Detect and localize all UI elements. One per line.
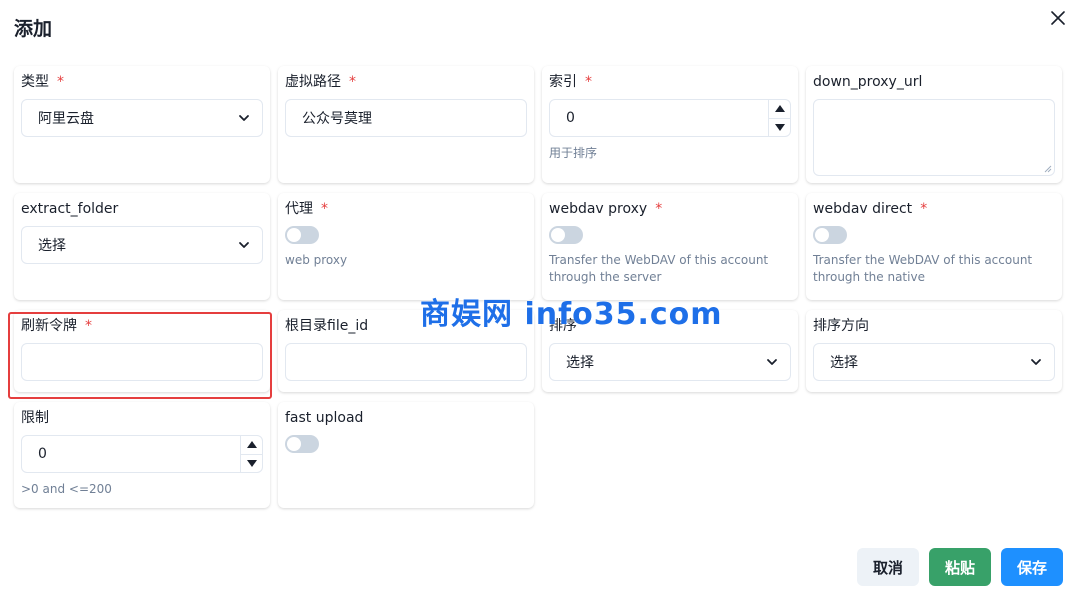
watermark-text: 商娱网 info35.com — [420, 297, 723, 332]
mount-path-label: 虚拟路径 * — [285, 74, 356, 90]
toggle-knob — [287, 437, 301, 451]
extract-folder-card: extract_folder 选择 — [14, 193, 270, 300]
chevron-down-icon — [239, 242, 249, 248]
webdav-proxy-label: webdav proxy * — [549, 201, 663, 217]
modal-title: 添加 — [14, 18, 53, 40]
order-by-value: 选择 — [566, 355, 594, 371]
order-direction-value: 选择 — [830, 355, 858, 371]
limit-help: >0 and <=200 — [21, 482, 112, 496]
type-card: 类型 * 阿里云盘 — [14, 66, 270, 183]
type-label: 类型 * — [21, 74, 64, 90]
limit-value: 0 — [38, 446, 47, 462]
type-select[interactable]: 阿里云盘 — [21, 99, 263, 137]
webdav-direct-help: Transfer the WebDAV of this account thro… — [813, 253, 1033, 284]
type-select-value: 阿里云盘 — [38, 111, 94, 127]
limit-card: 限制 0 >0 and <=200 — [14, 402, 270, 508]
webdav-direct-label: webdav direct * — [813, 201, 928, 217]
proxy-label: 代理 * — [285, 201, 328, 217]
order-by-select[interactable]: 选择 — [549, 343, 791, 381]
proxy-help: web proxy — [285, 253, 348, 267]
limit-label: 限制 — [21, 410, 49, 426]
triangle-up-icon — [774, 105, 785, 113]
fast-upload-toggle[interactable] — [285, 435, 319, 453]
triangle-down-icon — [246, 459, 257, 467]
order-help: 用于排序 — [549, 146, 598, 160]
triangle-down-icon — [774, 123, 785, 131]
limit-decrement-button[interactable] — [241, 455, 262, 473]
order-value: 0 — [566, 110, 575, 126]
limit-stepper — [240, 436, 262, 472]
order-direction-label: 排序方向 — [813, 318, 869, 334]
close-icon — [1051, 11, 1065, 25]
mount-path-card: 虚拟路径 * 公众号莫理 — [278, 66, 534, 183]
mount-path-value: 公众号莫理 — [302, 111, 372, 127]
order-direction-card: 排序方向 选择 — [806, 310, 1062, 392]
paste-button[interactable]: 粘贴 — [929, 548, 991, 586]
webdav-proxy-card: webdav proxy * Transfer the WebDAV of thi… — [542, 193, 798, 300]
toggle-knob — [815, 228, 829, 242]
fast-upload-label: fast upload — [285, 410, 364, 426]
webdav-proxy-help: Transfer the WebDAV of this account thro… — [549, 253, 769, 284]
order-card: 索引 * 0 用于排序 — [542, 66, 798, 183]
order-direction-select[interactable]: 选择 — [813, 343, 1055, 381]
webdav-proxy-toggle[interactable] — [549, 226, 583, 244]
fast-upload-card: fast upload — [278, 402, 534, 508]
limit-increment-button[interactable] — [241, 436, 262, 455]
cancel-button[interactable]: 取消 — [857, 548, 919, 586]
triangle-up-icon — [246, 441, 257, 449]
extract-folder-label: extract_folder — [21, 201, 119, 217]
chevron-down-icon — [767, 359, 777, 365]
order-increment-button[interactable] — [769, 100, 790, 119]
down-proxy-url-label: down_proxy_url — [813, 74, 923, 90]
down-proxy-url-textarea[interactable] — [813, 99, 1055, 176]
save-button[interactable]: 保存 — [1001, 548, 1063, 586]
webdav-direct-toggle[interactable] — [813, 226, 847, 244]
form-grid: 类型 * 阿里云盘 虚拟路径 * 公众号莫理 索引 * 0 用于排序 down_… — [14, 66, 1062, 508]
proxy-toggle[interactable] — [285, 226, 319, 244]
close-button[interactable] — [1046, 6, 1070, 30]
refresh-token-label: 刷新令牌 * — [21, 318, 92, 334]
down-proxy-url-card: down_proxy_url — [806, 66, 1062, 183]
resize-grip-icon[interactable] — [1044, 165, 1052, 173]
mount-path-input[interactable]: 公众号莫理 — [285, 99, 527, 137]
root-folder-id-input[interactable] — [285, 343, 527, 381]
order-number-input[interactable]: 0 — [549, 99, 791, 137]
refresh-token-input[interactable] — [21, 343, 263, 381]
toggle-knob — [551, 228, 565, 242]
order-label: 索引 * — [549, 74, 592, 90]
limit-number-input[interactable]: 0 — [21, 435, 263, 473]
extract-folder-select[interactable]: 选择 — [21, 226, 263, 264]
chevron-down-icon — [239, 115, 249, 121]
chevron-down-icon — [1031, 359, 1041, 365]
proxy-card: 代理 * web proxy — [278, 193, 534, 300]
refresh-token-card: 刷新令牌 * — [14, 310, 270, 392]
toggle-knob — [287, 228, 301, 242]
order-stepper — [768, 100, 790, 136]
webdav-direct-card: webdav direct * Transfer the WebDAV of th… — [806, 193, 1062, 300]
extract-folder-value: 选择 — [38, 238, 66, 254]
modal-header: 添加 — [0, 0, 1080, 56]
order-decrement-button[interactable] — [769, 119, 790, 137]
